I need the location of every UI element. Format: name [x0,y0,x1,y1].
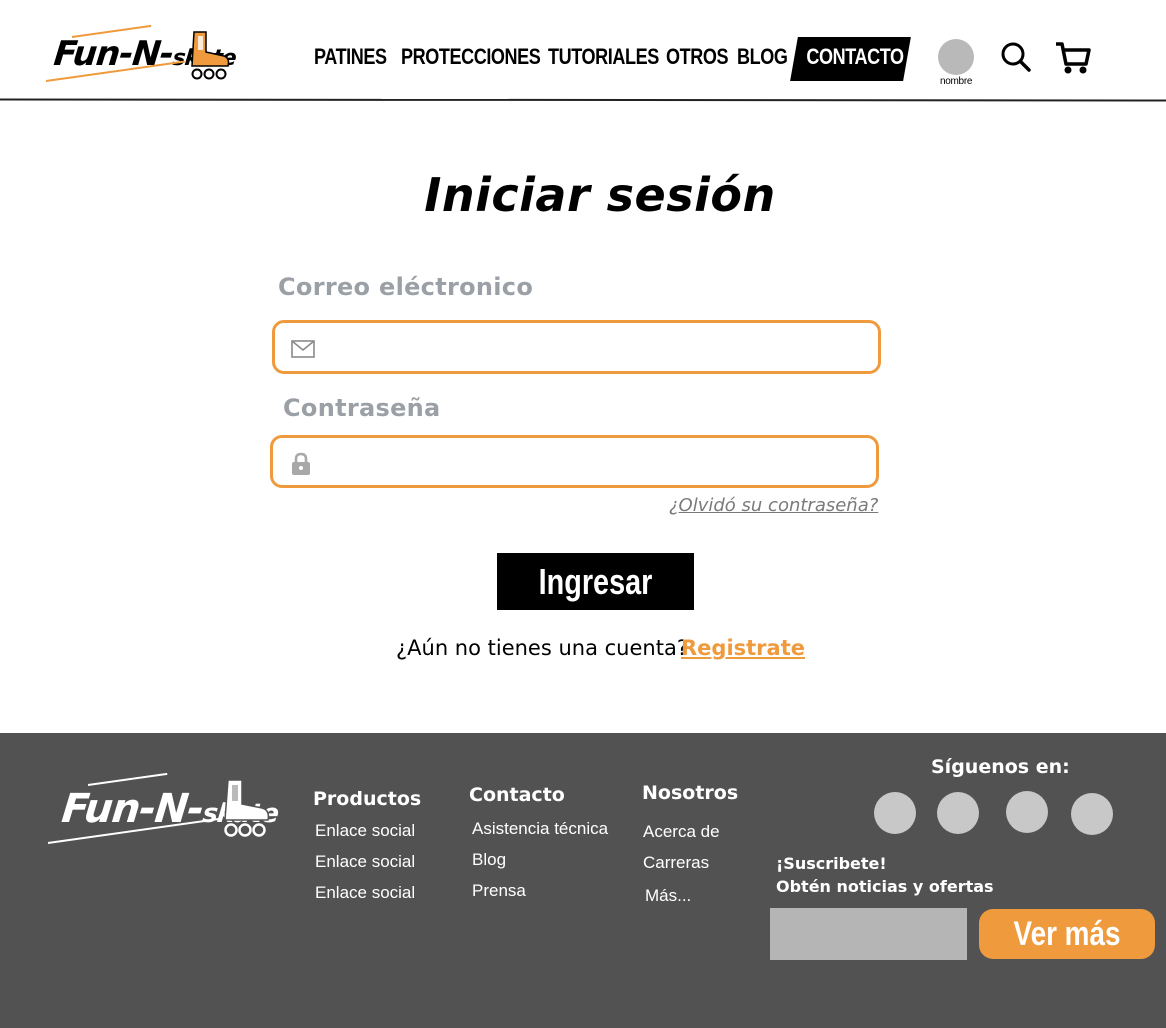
footer-link[interactable]: Enlace social [315,852,415,872]
password-label: Contraseña [283,394,441,422]
footer-col-productos-title: Productos [313,788,422,810]
social-icon[interactable] [1006,791,1048,833]
site-header: Fun-N-skate PATINES PROTECCIONES TUTORIA… [0,0,1166,104]
register-link[interactable]: Registrate [681,636,805,660]
brand-logo[interactable]: Fun-N-skate [44,24,237,88]
nav-item-tutoriales[interactable]: TUTORIALES [548,44,659,70]
user-name-label: nombre [940,76,973,87]
footer-link[interactable]: Enlace social [315,821,415,841]
footer-col-contacto-title: Contacto [469,784,565,806]
nav-item-otros[interactable]: OTROS [666,44,729,70]
follow-us-label: Síguenos en: [931,756,1070,778]
footer-link[interactable]: Prensa [472,881,526,901]
social-icon[interactable] [874,792,916,834]
footer-link[interactable]: Enlace social [315,883,415,903]
roller-skate-icon [191,31,230,80]
subscribe-button-label: Ver más [1013,915,1121,953]
login-submit-label: Ingresar [538,560,653,602]
footer-link[interactable]: Blog [472,850,506,870]
user-avatar[interactable] [938,39,974,75]
footer-link[interactable]: Acerca de [643,822,720,842]
roller-skate-icon [224,779,270,837]
email-label: Correo eléctronico [278,273,534,301]
subscribe-subtitle: Obtén noticias y ofertas [776,877,994,896]
subscribe-email-input[interactable] [770,908,967,960]
social-icon[interactable] [1071,793,1113,835]
email-input[interactable] [327,329,864,365]
login-submit-button[interactable]: Ingresar [497,553,694,610]
social-icon[interactable] [937,792,979,834]
footer-link[interactable]: Carreras [643,853,709,873]
lock-icon [292,452,310,475]
forgot-password-link[interactable]: ¿Olvidó su contraseña? [669,495,878,516]
no-account-text: ¿Aún no tienes una cuenta? [396,636,688,660]
nav-item-blog[interactable]: BLOG [737,44,788,70]
password-field-wrapper [270,435,879,488]
nav-contact-label: CONTACTO [806,44,904,69]
email-field-wrapper [272,320,881,374]
search-icon[interactable] [1001,42,1031,72]
mail-icon [291,340,315,358]
subscribe-button[interactable]: Ver más [979,909,1155,959]
header-divider [0,98,1166,102]
nav-item-contacto[interactable]: CONTACTO [790,37,911,81]
page-title: Iniciar sesión [424,168,776,222]
nav-item-patines[interactable]: PATINES [314,44,387,70]
footer-col-nosotros-title: Nosotros [642,782,739,804]
cart-icon[interactable] [1055,40,1091,76]
footer-link[interactable]: Más... [645,886,691,906]
password-input[interactable] [325,444,862,479]
nav-item-protecciones[interactable]: PROTECCIONES [401,44,541,70]
footer-link[interactable]: Asistencia técnica [472,819,608,839]
subscribe-title: ¡Suscribete! [776,854,887,873]
footer-brand-logo[interactable]: Fun-N-skate [47,772,280,848]
